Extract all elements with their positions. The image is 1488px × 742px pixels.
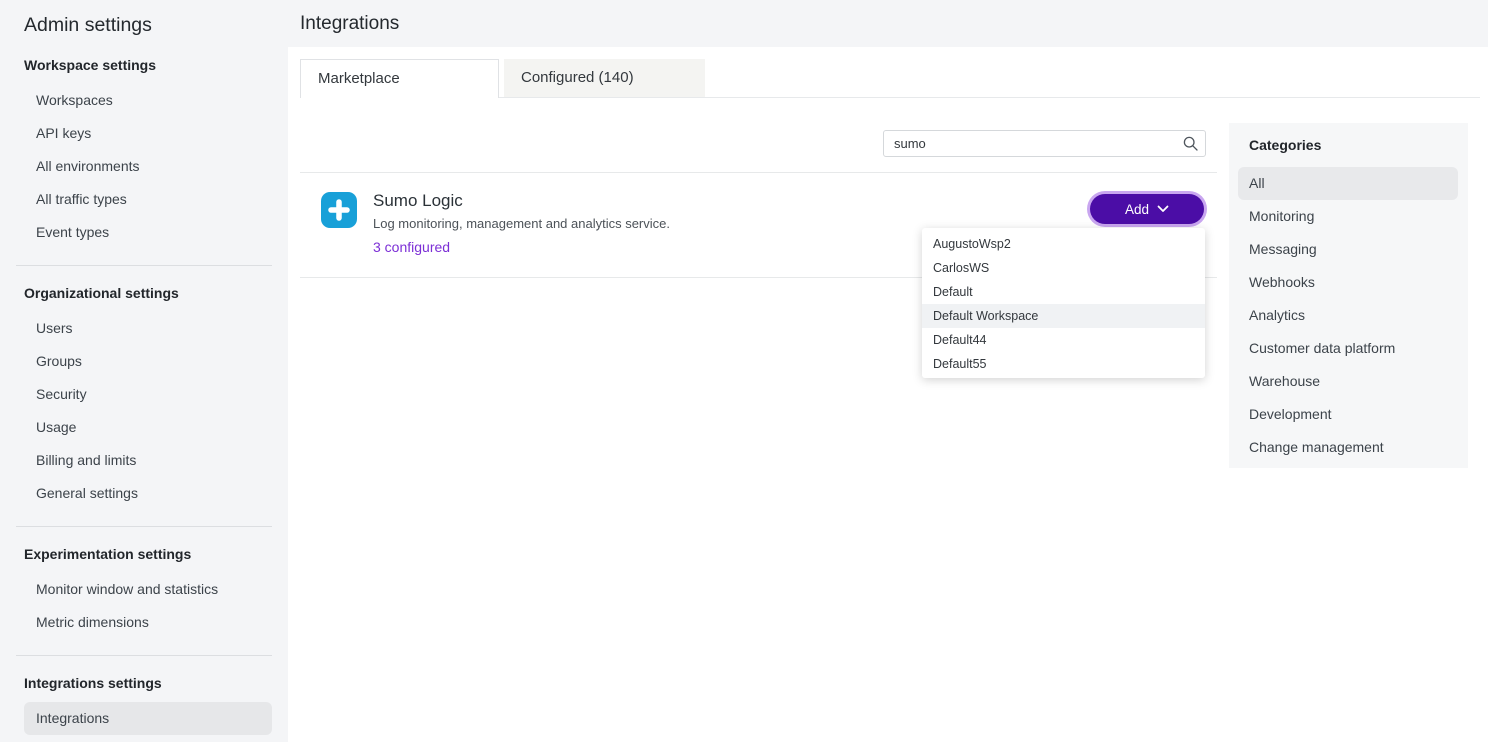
tab-configured[interactable]: Configured (140) [504, 59, 705, 97]
sidebar-item-users[interactable]: Users [24, 312, 272, 345]
dropdown-item-default44[interactable]: Default44 [922, 328, 1205, 352]
sidebar-item-integrations[interactable]: Integrations [24, 702, 272, 735]
categories-list: All Monitoring Messaging Webhooks Analyt… [1229, 167, 1468, 464]
chevron-down-icon [1157, 205, 1169, 213]
add-button-label: Add [1125, 202, 1149, 217]
sidebar-list-workspace: Workspaces API keys All environments All… [0, 84, 288, 249]
integration-name: Sumo Logic [373, 191, 463, 211]
sidebar-item-all-environments[interactable]: All environments [24, 150, 272, 183]
dropdown-item-default-workspace[interactable]: Default Workspace [922, 304, 1205, 328]
search-input[interactable] [883, 130, 1206, 157]
sidebar-item-monitor-window-and-statistics[interactable]: Monitor window and statistics [24, 573, 272, 606]
sidebar-item-all-traffic-types[interactable]: All traffic types [24, 183, 272, 216]
category-analytics[interactable]: Analytics [1238, 299, 1458, 332]
admin-settings-page: Integrations Admin settings Workspace se… [0, 0, 1488, 742]
sidebar-heading-organizational-settings: Organizational settings [24, 280, 272, 306]
search-box [883, 130, 1206, 157]
sidebar: Admin settings Workspace settings Worksp… [0, 0, 288, 742]
dropdown-item-augustowsp2[interactable]: AugustoWsp2 [922, 232, 1205, 256]
category-webhooks[interactable]: Webhooks [1238, 266, 1458, 299]
category-customer-data-platform[interactable]: Customer data platform [1238, 332, 1458, 365]
categories-heading: Categories [1249, 132, 1468, 158]
sidebar-item-metric-dimensions[interactable]: Metric dimensions [24, 606, 272, 639]
dropdown-item-default55[interactable]: Default55 [922, 352, 1205, 376]
tab-marketplace[interactable]: Marketplace [300, 59, 499, 98]
dropdown-item-default[interactable]: Default [922, 280, 1205, 304]
sidebar-item-event-types[interactable]: Event types [24, 216, 272, 249]
sidebar-item-security[interactable]: Security [24, 378, 272, 411]
sidebar-item-general-settings[interactable]: General settings [24, 477, 272, 510]
sidebar-heading-integrations-settings: Integrations settings [24, 670, 272, 696]
category-messaging[interactable]: Messaging [1238, 233, 1458, 266]
sidebar-divider [16, 655, 272, 656]
sidebar-divider [16, 265, 272, 266]
sidebar-title: Admin settings [24, 12, 288, 38]
categories-panel: Categories All Monitoring Messaging Webh… [1229, 123, 1468, 468]
integration-description: Log monitoring, management and analytics… [373, 216, 670, 231]
category-warehouse[interactable]: Warehouse [1238, 365, 1458, 398]
sidebar-item-workspaces[interactable]: Workspaces [24, 84, 272, 117]
sidebar-list-experimentation: Monitor window and statistics Metric dim… [0, 573, 288, 639]
sidebar-list-organizational: Users Groups Security Usage Billing and … [0, 312, 288, 510]
sidebar-divider [16, 526, 272, 527]
sidebar-item-groups[interactable]: Groups [24, 345, 272, 378]
sidebar-item-billing-and-limits[interactable]: Billing and limits [24, 444, 272, 477]
sidebar-item-api-keys[interactable]: API keys [24, 117, 272, 150]
page-title: Integrations [300, 0, 399, 47]
sidebar-heading-workspace-settings: Workspace settings [24, 52, 272, 78]
configured-count-link[interactable]: 3 configured [373, 239, 450, 255]
category-change-management[interactable]: Change management [1238, 431, 1458, 464]
tab-bar: Marketplace Configured (140) [300, 59, 1480, 98]
sidebar-heading-experimentation-settings: Experimentation settings [24, 541, 272, 567]
add-button[interactable]: Add [1090, 194, 1204, 224]
category-monitoring[interactable]: Monitoring [1238, 200, 1458, 233]
sidebar-list-integrations: Integrations [0, 702, 288, 735]
sidebar-item-usage[interactable]: Usage [24, 411, 272, 444]
plus-icon [321, 192, 357, 228]
category-development[interactable]: Development [1238, 398, 1458, 431]
workspace-dropdown-menu: AugustoWsp2 CarlosWS Default Default Wor… [922, 228, 1205, 378]
dropdown-item-carlosws[interactable]: CarlosWS [922, 256, 1205, 280]
category-all[interactable]: All [1238, 167, 1458, 200]
